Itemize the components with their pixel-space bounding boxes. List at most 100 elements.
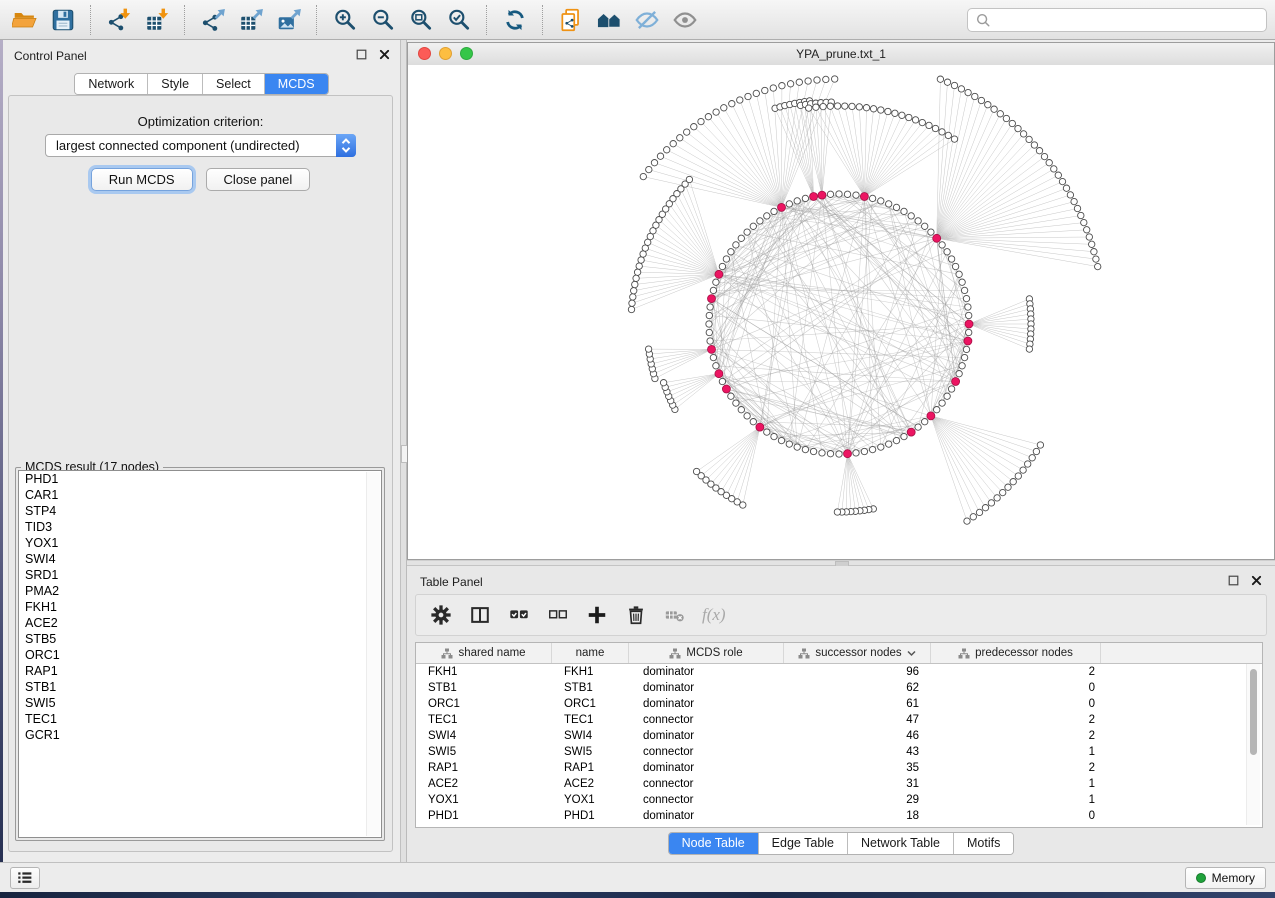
cell-shared-name[interactable]: ACE2 <box>416 776 552 792</box>
cell-successor-nodes[interactable]: 18 <box>784 808 931 824</box>
close-panel-icon[interactable] <box>1251 575 1262 586</box>
cell-name[interactable]: TEC1 <box>552 712 629 728</box>
task-history-button[interactable] <box>10 867 40 889</box>
mcds-result-item[interactable]: YOX1 <box>19 535 381 551</box>
criterion-select[interactable]: largest connected component (undirected) <box>45 134 356 157</box>
cell-predecessor-nodes[interactable]: 1 <box>931 776 1101 792</box>
zoom-selected-button[interactable] <box>442 4 476 36</box>
mcds-result-item[interactable]: RAP1 <box>19 663 381 679</box>
cell-mcds-role[interactable]: connector <box>629 776 784 792</box>
tab-select[interactable]: Select <box>203 74 265 94</box>
cell-mcds-role[interactable]: dominator <box>629 680 784 696</box>
split-view-button[interactable] <box>468 603 492 627</box>
mcds-result-list[interactable]: PHD1CAR1STP4TID3YOX1SWI4SRD1PMA2FKH1ACE2… <box>18 470 382 838</box>
run-mcds-button[interactable]: Run MCDS <box>91 168 193 191</box>
window-maximize-icon[interactable] <box>460 47 473 60</box>
delete-row-button[interactable] <box>624 603 648 627</box>
column-header-mcds-role[interactable]: MCDS role <box>629 643 784 663</box>
cell-predecessor-nodes[interactable]: 1 <box>931 744 1101 760</box>
column-header-name[interactable]: name <box>552 643 629 663</box>
mcds-result-item[interactable]: STB5 <box>19 631 381 647</box>
mcds-result-item[interactable]: STB1 <box>19 679 381 695</box>
cell-name[interactable]: STB1 <box>552 680 629 696</box>
open-session-button[interactable] <box>8 4 42 36</box>
vertical-splitter[interactable] <box>400 40 407 862</box>
memory-button[interactable]: Memory <box>1185 867 1266 889</box>
cell-shared-name[interactable]: TEC1 <box>416 712 552 728</box>
close-panel-button[interactable]: Close panel <box>206 168 311 191</box>
cell-successor-nodes[interactable]: 47 <box>784 712 931 728</box>
cell-mcds-role[interactable]: dominator <box>629 696 784 712</box>
cell-name[interactable]: ACE2 <box>552 776 629 792</box>
cell-name[interactable]: SWI5 <box>552 744 629 760</box>
mcds-result-item[interactable]: FKH1 <box>19 599 381 615</box>
mcds-result-item[interactable]: PHD1 <box>19 471 381 487</box>
cell-successor-nodes[interactable]: 62 <box>784 680 931 696</box>
cell-successor-nodes[interactable]: 96 <box>784 664 931 680</box>
cell-predecessor-nodes[interactable]: 0 <box>931 680 1101 696</box>
cell-name[interactable]: ORC1 <box>552 696 629 712</box>
cell-shared-name[interactable]: SWI5 <box>416 744 552 760</box>
cell-successor-nodes[interactable]: 61 <box>784 696 931 712</box>
table-tab-network-table[interactable]: Network Table <box>848 833 954 854</box>
tab-network[interactable]: Network <box>75 74 148 94</box>
cell-name[interactable]: RAP1 <box>552 760 629 776</box>
show-all-button[interactable] <box>668 4 702 36</box>
hide-selected-button[interactable] <box>630 4 664 36</box>
mcds-result-item[interactable]: TID3 <box>19 519 381 535</box>
network-canvas[interactable] <box>408 65 1274 559</box>
select-all-button[interactable] <box>507 603 531 627</box>
result-list-scrollbar[interactable] <box>366 472 380 836</box>
mcds-result-item[interactable]: ACE2 <box>19 615 381 631</box>
cell-name[interactable]: PHD1 <box>552 808 629 824</box>
mcds-result-item[interactable]: SWI4 <box>19 551 381 567</box>
add-row-button[interactable] <box>585 603 609 627</box>
table-row[interactable]: PHD1PHD1dominator180 <box>416 808 1262 824</box>
table-row[interactable]: ORC1ORC1dominator610 <box>416 696 1262 712</box>
cell-mcds-role[interactable]: connector <box>629 712 784 728</box>
first-neighbors-button[interactable] <box>592 4 626 36</box>
cell-predecessor-nodes[interactable]: 2 <box>931 760 1101 776</box>
cell-predecessor-nodes[interactable]: 2 <box>931 664 1101 680</box>
window-minimize-icon[interactable] <box>439 47 452 60</box>
table-row[interactable]: SWI5SWI5connector431 <box>416 744 1262 760</box>
export-image-button[interactable] <box>272 4 306 36</box>
table-row[interactable]: FKH1FKH1dominator962 <box>416 664 1262 680</box>
close-panel-icon[interactable] <box>379 49 390 60</box>
window-close-icon[interactable] <box>418 47 431 60</box>
cell-name[interactable]: SWI4 <box>552 728 629 744</box>
table-row[interactable]: SWI4SWI4dominator462 <box>416 728 1262 744</box>
mcds-result-item[interactable]: SWI5 <box>19 695 381 711</box>
cell-mcds-role[interactable]: dominator <box>629 808 784 824</box>
table-scrollbar[interactable] <box>1246 664 1260 825</box>
mcds-result-item[interactable]: SRD1 <box>19 567 381 583</box>
mcds-result-item[interactable]: TEC1 <box>19 711 381 727</box>
network-window-titlebar[interactable]: YPA_prune.txt_1 <box>408 43 1274 66</box>
table-tab-edge-table[interactable]: Edge Table <box>759 833 848 854</box>
cell-shared-name[interactable]: FKH1 <box>416 664 552 680</box>
cell-predecessor-nodes[interactable]: 2 <box>931 728 1101 744</box>
cell-mcds-role[interactable]: dominator <box>629 728 784 744</box>
cell-name[interactable]: YOX1 <box>552 792 629 808</box>
tab-mcds[interactable]: MCDS <box>265 74 328 94</box>
search-field[interactable] <box>967 8 1267 32</box>
cell-shared-name[interactable]: PHD1 <box>416 808 552 824</box>
cell-successor-nodes[interactable]: 35 <box>784 760 931 776</box>
table-tab-motifs[interactable]: Motifs <box>954 833 1013 854</box>
cell-mcds-role[interactable]: dominator <box>629 664 784 680</box>
cell-successor-nodes[interactable]: 29 <box>784 792 931 808</box>
export-network-button[interactable] <box>196 4 230 36</box>
mcds-result-item[interactable]: PMA2 <box>19 583 381 599</box>
import-table-button[interactable] <box>140 4 174 36</box>
cell-mcds-role[interactable]: connector <box>629 792 784 808</box>
column-header-shared-name[interactable]: shared name <box>416 643 552 663</box>
network-graph[interactable] <box>408 65 1274 559</box>
zoom-out-button[interactable] <box>366 4 400 36</box>
float-panel-icon[interactable] <box>1228 575 1239 586</box>
cell-predecessor-nodes[interactable]: 2 <box>931 712 1101 728</box>
mcds-result-item[interactable]: ORC1 <box>19 647 381 663</box>
zoom-in-button[interactable] <box>328 4 362 36</box>
cell-shared-name[interactable]: RAP1 <box>416 760 552 776</box>
zoom-fit-button[interactable] <box>404 4 438 36</box>
float-panel-icon[interactable] <box>356 49 367 60</box>
